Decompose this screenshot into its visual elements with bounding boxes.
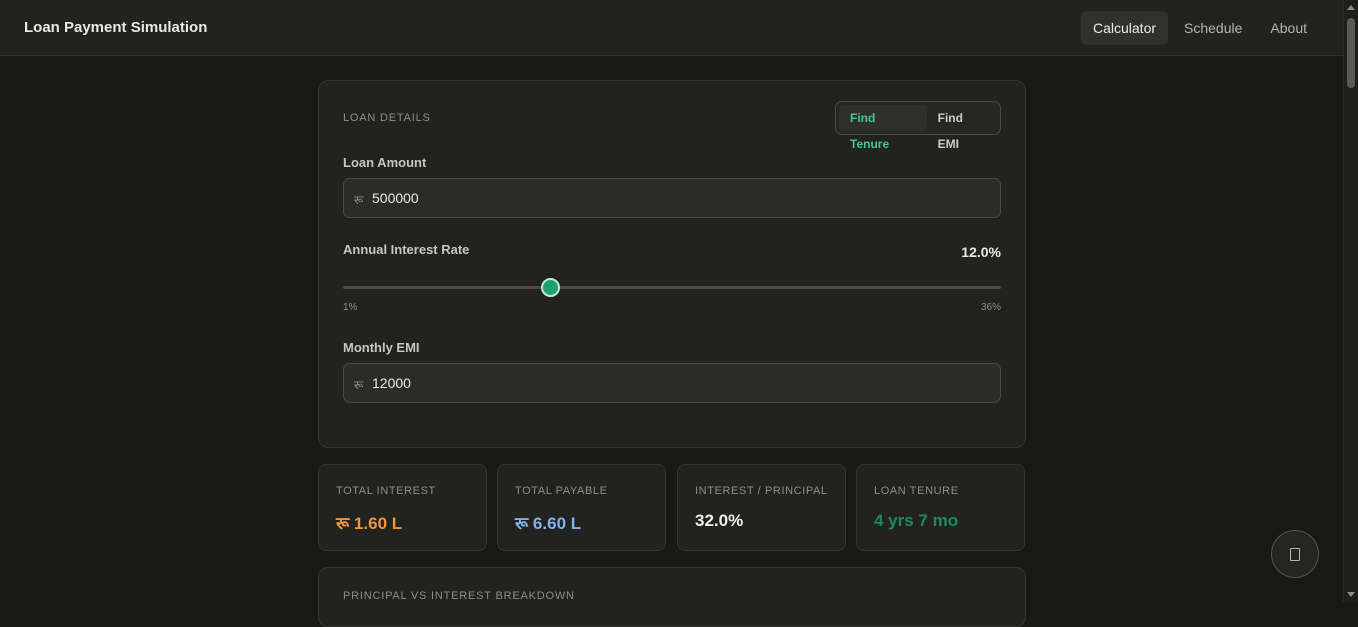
stat-value: रू 1.60 L	[336, 514, 403, 533]
interest-rate-label: Annual Interest Rate	[343, 242, 470, 257]
stat-value: 4 yrs 7 mo	[874, 511, 959, 530]
slider-handle[interactable]	[540, 278, 560, 297]
stat-label: TOTAL PAYABLE	[515, 485, 608, 497]
loan-details-heading: LOAN DETAILS	[343, 112, 431, 124]
summary-stats: TOTAL INTEREST रू 1.60 L TOTAL PAYABLE र…	[318, 464, 1026, 551]
top-bar: Loan Payment Simulation Calculator Sched…	[0, 0, 1343, 56]
stat-label: INTEREST / PRINCIPAL	[695, 485, 828, 497]
breakdown-card: PRINCIPAL VS INTEREST BREAKDOWN	[318, 567, 1026, 627]
document-icon	[1290, 547, 1300, 561]
stat-loan-tenure: LOAN TENURE 4 yrs 7 mo	[856, 464, 1025, 551]
find-tenure-button[interactable]: Find Tenure	[839, 105, 927, 151]
scroll-up-arrow-icon[interactable]	[1347, 5, 1355, 10]
page-scrollbar[interactable]	[1343, 0, 1358, 602]
monthly-emi-label: Monthly EMI	[343, 340, 420, 355]
stat-interest-principal: INTEREST / PRINCIPAL 32.0%	[677, 464, 846, 551]
monthly-emi-input[interactable]	[372, 364, 992, 402]
rupee-icon: रू	[354, 378, 364, 392]
slider-min-label: 1%	[343, 302, 358, 313]
scroll-down-arrow-icon[interactable]	[1347, 592, 1355, 597]
loan-amount-label: Loan Amount	[343, 155, 427, 170]
nav-calculator[interactable]: Calculator	[1080, 11, 1169, 45]
rupee-icon: रू	[354, 193, 364, 207]
breakdown-heading: PRINCIPAL VS INTEREST BREAKDOWN	[343, 590, 575, 602]
slider-max-label: 36%	[980, 302, 1001, 313]
find-emi-button[interactable]: Find EMI	[927, 105, 997, 151]
app-title: Loan Payment Simulation	[24, 19, 208, 36]
stat-value: रू 6.60 L	[515, 514, 582, 533]
monthly-emi-field: रू	[343, 363, 1001, 403]
scrollbar-thumb[interactable]	[1347, 18, 1355, 88]
stat-label: TOTAL INTEREST	[336, 485, 436, 497]
nav-schedule[interactable]: Schedule	[1172, 11, 1254, 45]
interest-rate-value: 12.0%	[961, 244, 1001, 260]
interest-rate-slider[interactable]	[343, 278, 1001, 297]
stat-total-payable: TOTAL PAYABLE रू 6.60 L	[497, 464, 666, 551]
stat-total-interest: TOTAL INTEREST रू 1.60 L	[318, 464, 487, 551]
loan-amount-input[interactable]	[372, 179, 992, 217]
mode-toggle: Find Tenure Find EMI	[835, 101, 1001, 151]
loan-amount-field: रू	[343, 178, 1001, 218]
floating-action-button[interactable]	[1271, 530, 1319, 578]
stat-value: 32.0%	[695, 511, 744, 530]
loan-details-card: LOAN DETAILS Find Tenure Find EMI Loan A…	[318, 80, 1026, 448]
main-nav: Calculator Schedule About	[1080, 11, 1319, 45]
nav-about[interactable]: About	[1258, 11, 1319, 45]
stat-label: LOAN TENURE	[874, 485, 959, 497]
